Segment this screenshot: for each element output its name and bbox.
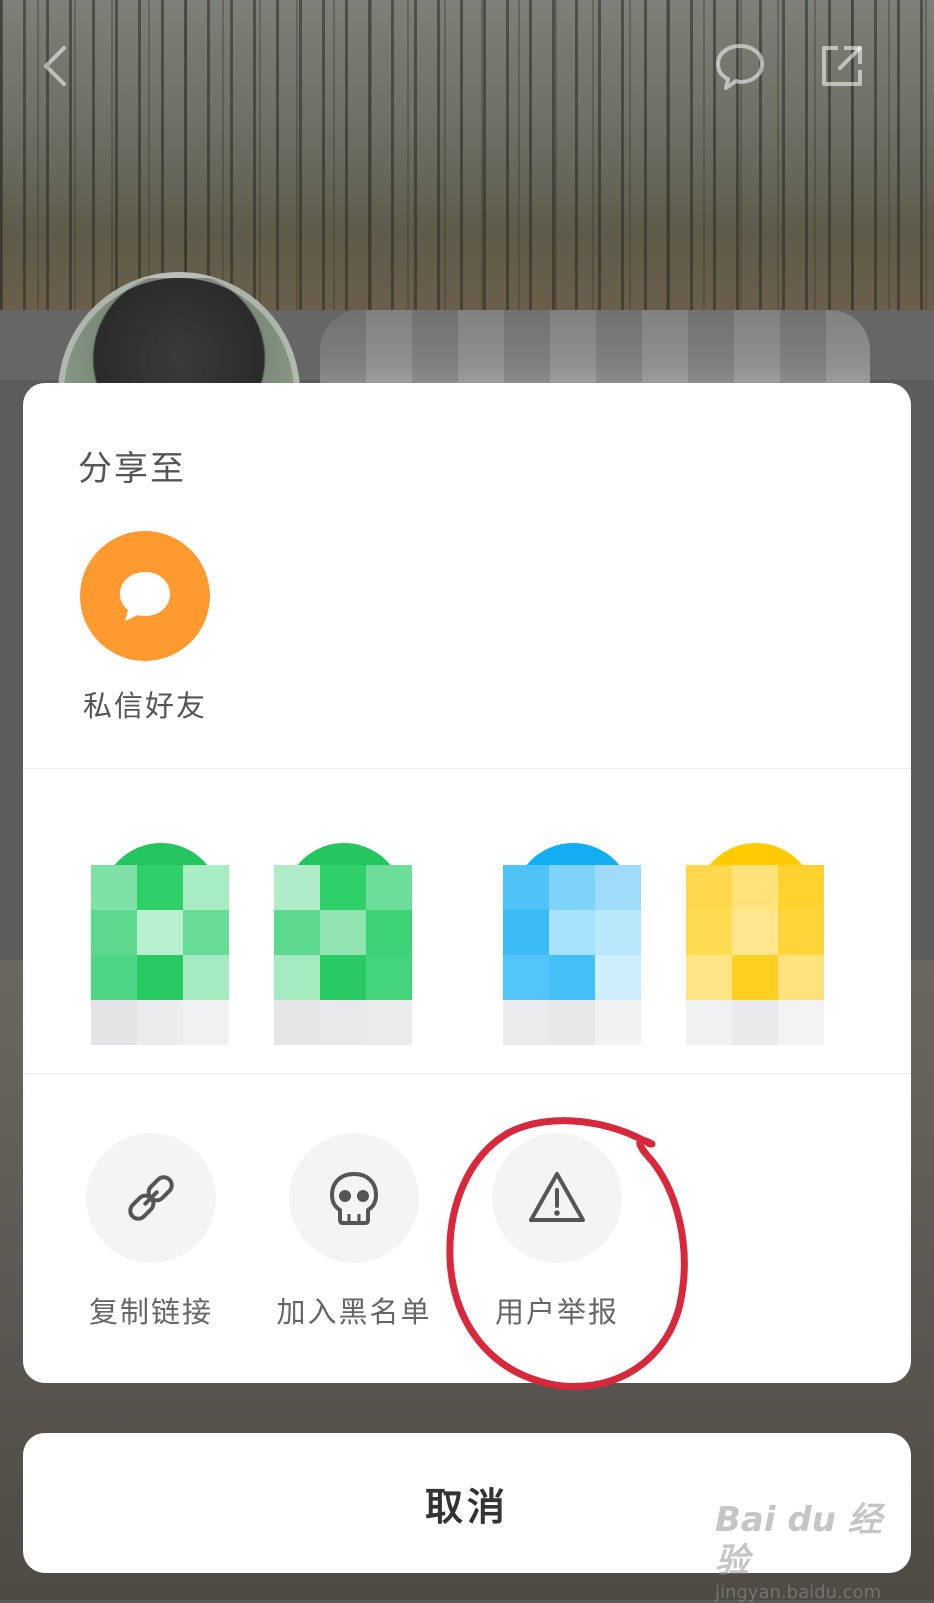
share-app-1[interactable] [91,843,241,1045]
pixelation-mosaic [686,865,824,1045]
share-app-2[interactable] [274,843,424,1045]
link-icon [86,1133,216,1263]
chat-bubble-icon [80,531,210,661]
skull-icon [289,1133,419,1263]
share-app-4[interactable] [686,843,836,1045]
message-icon[interactable] [712,38,768,94]
report-user-label: 用户举报 [494,1295,619,1329]
watermark-brand: Bai du 经验 [715,1500,882,1581]
add-to-blacklist-label: 加入黑名单 [276,1295,432,1329]
divider [23,768,911,769]
share-app-3[interactable] [503,843,653,1045]
share-sheet: 分享至 私信好友 复制链接 加入黑名单 用户举报 [23,383,911,1383]
copy-link-button[interactable]: 复制链接 [61,1133,241,1331]
pixelation-mosaic [503,865,641,1045]
warning-icon [492,1133,622,1263]
share-icon[interactable] [814,38,870,94]
direct-message-label: 私信好友 [82,689,207,723]
pixelation-mosaic [91,865,229,1045]
copy-link-label: 复制链接 [88,1295,213,1329]
add-to-blacklist-button[interactable]: 加入黑名单 [264,1133,444,1331]
share-sheet-title: 分享至 [78,449,186,489]
profile-cover-photo [0,0,934,310]
watermark: Bai du 经验 jingyan.baidu.com [715,1500,915,1603]
divider [23,1073,911,1074]
back-icon[interactable] [30,38,86,94]
pixelation-mosaic [274,865,412,1045]
report-user-button[interactable]: 用户举报 [467,1133,647,1331]
share-direct-message[interactable]: 私信好友 [79,531,211,725]
